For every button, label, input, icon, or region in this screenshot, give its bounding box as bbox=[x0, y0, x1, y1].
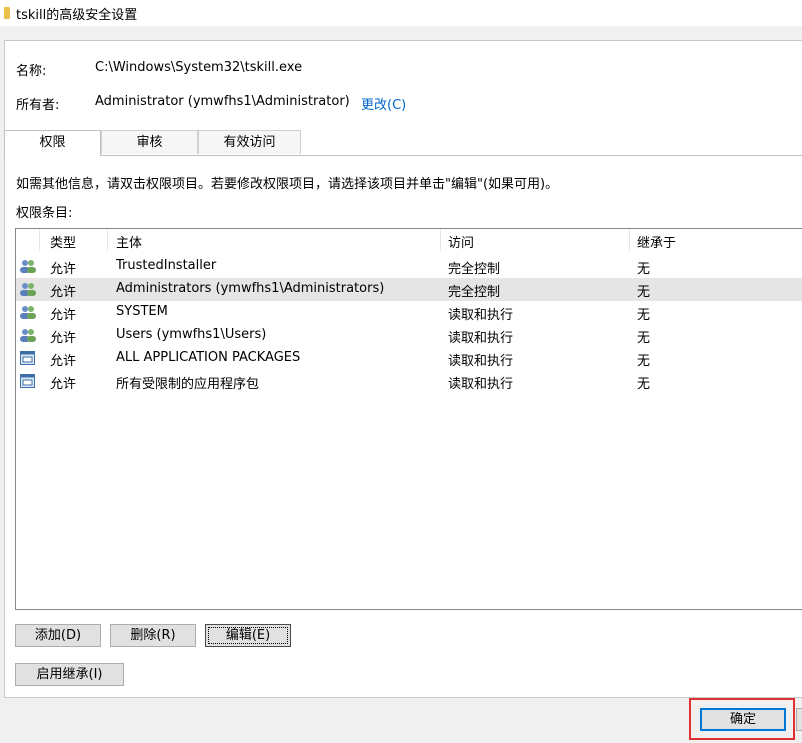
owner-change-link[interactable]: 更改(C) bbox=[361, 94, 406, 113]
header-type[interactable]: 类型 bbox=[50, 232, 76, 251]
row-access: 读取和执行 bbox=[448, 377, 514, 392]
row-inherited-from: 无 bbox=[637, 285, 651, 300]
tab-effective-access[interactable]: 有效访问 bbox=[198, 130, 301, 154]
row-access: 读取和执行 bbox=[448, 354, 514, 369]
row-type: 允许 bbox=[50, 262, 77, 277]
table-row[interactable]: 允许 所有受限制的应用程序包 读取和执行 无 bbox=[16, 370, 802, 393]
app-package-icon bbox=[20, 374, 35, 388]
header-access[interactable]: 访问 bbox=[448, 232, 474, 251]
edit-button[interactable]: 编辑(E) bbox=[205, 624, 291, 647]
column-separator bbox=[629, 229, 630, 251]
row-inherited-from: 无 bbox=[637, 377, 651, 392]
tab-auditing[interactable]: 审核 bbox=[101, 130, 198, 154]
row-type: 允许 bbox=[50, 354, 77, 369]
header-principal[interactable]: 主体 bbox=[116, 232, 142, 251]
owner-label: 所有者: bbox=[16, 98, 60, 113]
window-title: tskill的高级安全设置 bbox=[16, 8, 138, 23]
table-row[interactable]: 允许 SYSTEM 读取和执行 无 bbox=[16, 301, 802, 324]
title-bar: tskill的高级安全设置 bbox=[0, 0, 802, 26]
app-package-icon bbox=[20, 351, 35, 365]
row-principal: ALL APPLICATION PACKAGES bbox=[116, 350, 301, 365]
row-access: 读取和执行 bbox=[448, 308, 514, 323]
user-group-icon bbox=[20, 306, 36, 319]
table-row[interactable]: 允许 Administrators (ymwfhs1\Administrator… bbox=[16, 278, 802, 301]
info-text: 如需其他信息，请双击权限项目。若要修改权限项目，请选择该项目并单击"编辑"(如果… bbox=[16, 177, 559, 192]
user-group-icon bbox=[20, 329, 36, 342]
column-separator bbox=[440, 229, 441, 251]
row-principal: Administrators (ymwfhs1\Administrators) bbox=[116, 281, 385, 296]
tab-divider bbox=[4, 155, 802, 156]
row-access: 读取和执行 bbox=[448, 331, 514, 346]
add-button[interactable]: 添加(D) bbox=[15, 624, 101, 647]
row-type: 允许 bbox=[50, 331, 77, 346]
row-inherited-from: 无 bbox=[637, 331, 651, 346]
row-principal: TrustedInstaller bbox=[116, 258, 217, 273]
user-group-icon bbox=[20, 283, 36, 296]
highlight-annotation bbox=[689, 698, 795, 740]
enable-inheritance-button[interactable]: 启用继承(I) bbox=[15, 663, 124, 686]
list-header: 类型 主体 访问 继承于 bbox=[16, 229, 802, 251]
row-principal: 所有受限制的应用程序包 bbox=[116, 377, 260, 392]
row-type: 允许 bbox=[50, 377, 77, 392]
row-access: 完全控制 bbox=[448, 262, 501, 277]
name-value: C:\Windows\System32\tskill.exe bbox=[95, 60, 303, 75]
folder-icon bbox=[4, 7, 10, 19]
row-type: 允许 bbox=[50, 285, 77, 300]
table-row[interactable]: 允许 Users (ymwfhs1\Users) 读取和执行 无 bbox=[16, 324, 802, 347]
permission-list[interactable]: 类型 主体 访问 继承于 允许 TrustedInstaller 完全控制 无 … bbox=[15, 228, 802, 610]
column-separator bbox=[107, 229, 108, 251]
row-inherited-from: 无 bbox=[637, 262, 651, 277]
table-row[interactable]: 允许 ALL APPLICATION PACKAGES 读取和执行 无 bbox=[16, 347, 802, 370]
row-type: 允许 bbox=[50, 308, 77, 323]
tab-permissions[interactable]: 权限 bbox=[4, 130, 101, 156]
permission-entries-label: 权限条目: bbox=[16, 206, 73, 221]
table-row[interactable]: 允许 TrustedInstaller 完全控制 无 bbox=[16, 255, 802, 278]
row-principal: Users (ymwfhs1\Users) bbox=[116, 327, 267, 342]
header-inherited-from[interactable]: 继承于 bbox=[637, 232, 676, 251]
row-inherited-from: 无 bbox=[637, 354, 651, 369]
column-separator bbox=[39, 229, 40, 251]
row-access: 完全控制 bbox=[448, 285, 501, 300]
user-group-icon bbox=[20, 260, 36, 273]
row-inherited-from: 无 bbox=[637, 308, 651, 323]
row-principal: SYSTEM bbox=[116, 304, 168, 319]
owner-value: Administrator (ymwfhs1\Administrator) bbox=[95, 94, 350, 109]
remove-button[interactable]: 删除(R) bbox=[110, 624, 196, 647]
cancel-button-partial[interactable] bbox=[796, 708, 802, 731]
name-label: 名称: bbox=[16, 64, 47, 79]
